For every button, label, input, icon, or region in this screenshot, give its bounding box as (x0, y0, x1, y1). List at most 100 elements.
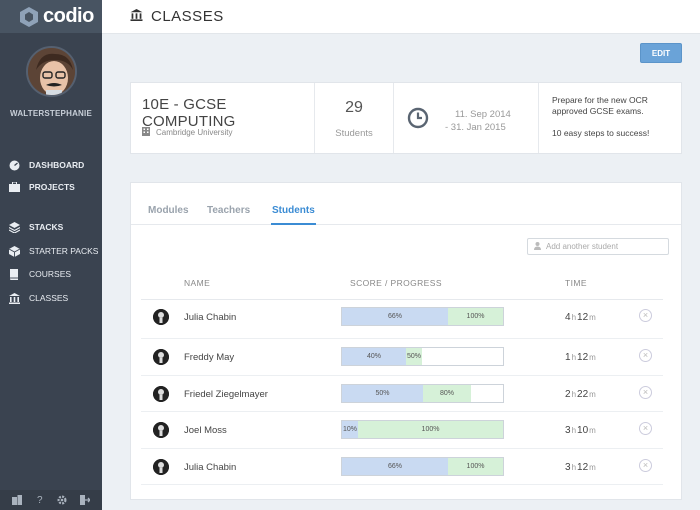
column-header-time: TIME (565, 278, 587, 288)
table-row[interactable]: Joel Moss 10% 100% 3h10m × (141, 412, 663, 449)
class-info-card: 10E - GCSE COMPUTING Cambridge Universit… (130, 82, 682, 154)
edit-button[interactable]: EDIT (640, 43, 682, 63)
score-segment: 40% (342, 348, 406, 365)
stack-icon (8, 221, 20, 233)
table-row[interactable]: Julia Chabin 66% 100% 3h12m × (141, 449, 663, 485)
help-icon[interactable]: ? (34, 494, 46, 506)
active-tab-indicator (271, 223, 316, 225)
progress-segment: 50% (406, 348, 422, 365)
time-minutes: 12 (577, 352, 589, 363)
progress-segment: 80% (423, 385, 471, 402)
sidebar-item-starter-packs[interactable]: STARTER PACKS (8, 244, 98, 258)
student-name[interactable]: Freddy May (184, 352, 234, 363)
class-title-cell: 10E - GCSE COMPUTING Cambridge Universit… (131, 83, 315, 153)
dates-cell: 11. Sep 2014 - 31. Jan 2015 (394, 83, 539, 153)
students-label: Students (335, 128, 373, 139)
end-date: - 31. Jan 2015 (445, 122, 506, 133)
description-cell: Prepare for the new OCR approved GCSE ex… (539, 83, 681, 153)
logout-icon[interactable] (79, 494, 91, 506)
clock-icon (407, 107, 429, 129)
sidebar-item-classes[interactable]: CLASSES (8, 291, 68, 305)
sidebar-item-label: STARTER PACKS (29, 246, 99, 256)
time-minutes: 12 (577, 462, 589, 473)
remove-student-icon[interactable]: × (639, 309, 652, 322)
student-avatar (153, 422, 169, 438)
student-name[interactable]: Joel Moss (184, 425, 227, 436)
score-segment: 66% (342, 458, 448, 475)
hour-unit: h (571, 353, 577, 362)
sidebar: codio WALTERSTEPHANIE DASHBOARD PROJECTS… (0, 0, 102, 510)
score-segment: 50% (342, 385, 423, 402)
minute-unit: m (589, 390, 596, 399)
score-segment: 66% (342, 308, 448, 325)
sidebar-item-label: PROJECTS (29, 182, 75, 192)
time-spent: 4h12m (565, 312, 597, 323)
table-row[interactable]: Julia Chabin 66% 100% 4h12m × (141, 299, 663, 339)
student-name[interactable]: Julia Chabin (184, 312, 236, 323)
hour-unit: h (571, 390, 577, 399)
class-dates: 11. Sep 2014 - 31. Jan 2015 (445, 108, 511, 134)
building-icon (142, 127, 150, 138)
description-line: approved GCSE exams. (552, 106, 644, 116)
students-panel: Modules Teachers Students Add another st… (130, 182, 682, 500)
student-avatar (153, 459, 169, 475)
minute-unit: m (589, 463, 596, 472)
tab-teachers[interactable]: Teachers (207, 205, 250, 216)
avatar[interactable] (26, 46, 77, 97)
sidebar-item-label: DASHBOARD (29, 160, 85, 170)
time-hours: 4 (565, 312, 571, 323)
score-progress-bar: 10% 100% (341, 420, 504, 439)
sidebar-item-stacks[interactable]: STACKS (8, 220, 63, 234)
students-cell: 29 Students (315, 83, 394, 153)
description-line: 10 easy steps to success! (552, 128, 650, 138)
score-segment: 10% (342, 421, 358, 438)
time-hours: 3 (565, 425, 571, 436)
student-avatar (153, 349, 169, 365)
sidebar-footer: ? (0, 490, 102, 510)
remove-student-icon[interactable]: × (639, 386, 652, 399)
building-icon[interactable] (11, 494, 23, 506)
time-hours: 2 (565, 389, 571, 400)
hour-unit: h (571, 313, 577, 322)
tab-bar: Modules Teachers Students (131, 183, 681, 225)
description-line: Prepare for the new OCR (552, 95, 648, 105)
tab-students[interactable]: Students (272, 205, 315, 216)
student-name[interactable]: Julia Chabin (184, 462, 236, 473)
gear-icon[interactable] (56, 494, 68, 506)
remove-student-icon[interactable]: × (639, 459, 652, 472)
username: WALTERSTEPHANIE (10, 109, 92, 118)
progress-segment: 100% (448, 458, 503, 475)
student-avatar (153, 386, 169, 402)
time-minutes: 22 (577, 389, 589, 400)
table-row[interactable]: Friedel Ziegelmayer 50% 80% 2h22m × (141, 376, 663, 412)
time-spent: 2h22m (565, 389, 597, 400)
time-hours: 1 (565, 352, 571, 363)
student-name[interactable]: Friedel Ziegelmayer (184, 389, 268, 400)
hour-unit: h (571, 463, 577, 472)
class-title: 10E - GCSE COMPUTING (142, 96, 236, 130)
score-progress-bar: 50% 80% (341, 384, 504, 403)
sidebar-item-courses[interactable]: COURSES (8, 267, 71, 281)
organization-name: Cambridge University (156, 128, 233, 137)
remove-student-icon[interactable]: × (639, 349, 652, 362)
student-avatar (153, 309, 169, 325)
table-row[interactable]: Freddy May 40% 50% 1h12m × (141, 339, 663, 376)
minute-unit: m (589, 426, 596, 435)
app-logo[interactable]: codio (0, 0, 102, 33)
time-minutes: 10 (577, 425, 589, 436)
hour-unit: h (571, 426, 577, 435)
page-header: CLASSES (102, 0, 700, 34)
tab-modules[interactable]: Modules (148, 205, 189, 216)
sidebar-item-dashboard[interactable]: DASHBOARD (8, 158, 84, 172)
remove-student-icon[interactable]: × (639, 422, 652, 435)
minute-unit: m (589, 313, 596, 322)
time-hours: 3 (565, 462, 571, 473)
user-photo (28, 48, 75, 95)
progress-segment: 100% (448, 308, 503, 325)
add-student-input[interactable]: Add another student (527, 238, 669, 255)
briefcase-icon (8, 181, 20, 193)
sidebar-item-projects[interactable]: PROJECTS (8, 180, 75, 194)
time-spent: 1h12m (565, 352, 597, 363)
class-description: Prepare for the new OCR approved GCSE ex… (552, 95, 649, 139)
box-icon (8, 245, 20, 257)
